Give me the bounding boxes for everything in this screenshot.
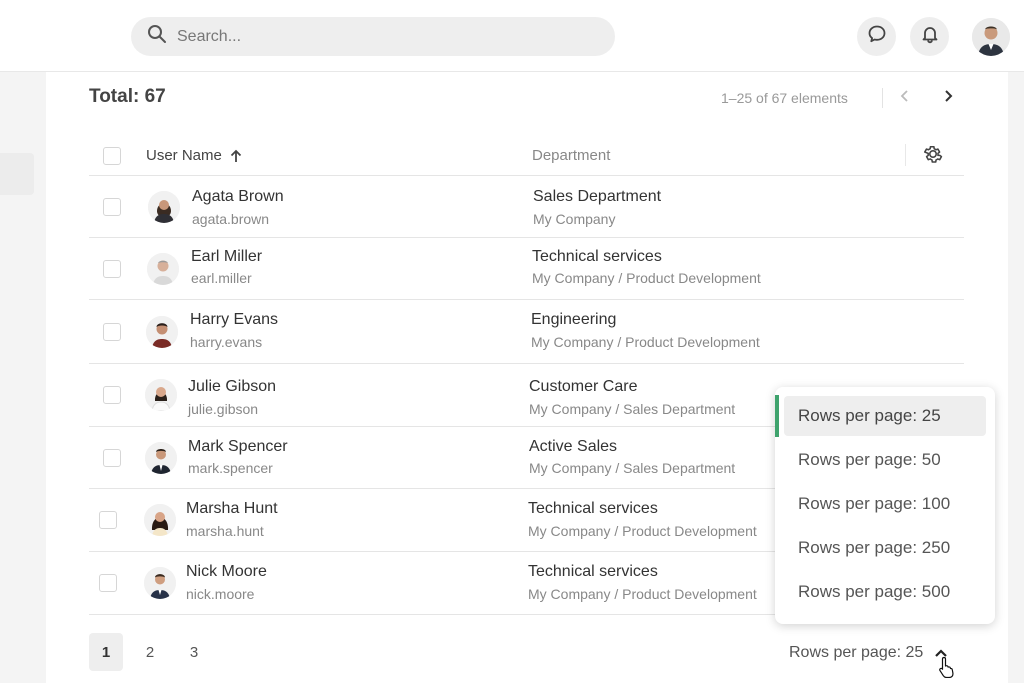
row-checkbox[interactable] — [103, 259, 121, 278]
row-checkbox[interactable] — [99, 511, 117, 529]
department-path: My Company — [533, 211, 616, 227]
row-checkbox[interactable] — [103, 448, 121, 467]
pager-divider — [882, 88, 883, 108]
department-name: Sales Department — [533, 188, 662, 205]
select-all-checkbox[interactable] — [103, 147, 121, 165]
sidebar-active-item[interactable] — [0, 153, 34, 195]
user-name[interactable]: Agata Brown — [192, 188, 284, 206]
chat-button[interactable] — [857, 17, 896, 56]
avatar — [144, 504, 176, 536]
department-path: My Company / Product Development — [528, 523, 757, 539]
user-login: agata.brown — [192, 211, 270, 227]
user-login: nick.moore — [186, 586, 255, 602]
search-box[interactable] — [131, 17, 615, 56]
range-label: 1–25 of 67 elements — [721, 90, 848, 106]
rows-per-page-select[interactable]: Rows per page: 25 — [789, 644, 949, 662]
selected-indicator — [775, 395, 779, 437]
rows-per-page-label: Rows per page: 25 — [789, 644, 924, 661]
bell-icon — [920, 24, 940, 49]
search-input[interactable] — [177, 27, 577, 46]
rows-per-page-menu: Rows per page: 25 Rows per page: 50 Rows… — [775, 387, 995, 624]
row-checkbox[interactable] — [99, 574, 117, 592]
column-header-user-name[interactable]: User Name — [146, 147, 242, 164]
next-page-button[interactable] — [936, 86, 960, 110]
department-name: Customer Care — [529, 378, 638, 395]
user-name[interactable]: Marsha Hunt — [186, 500, 278, 518]
menu-item-rows-500[interactable]: Rows per page: 500 — [784, 572, 986, 612]
column-user-label: User Name — [146, 147, 222, 164]
notifications-button[interactable] — [910, 17, 949, 56]
chevron-left-icon — [900, 89, 910, 108]
user-name[interactable]: Julie Gibson — [188, 378, 276, 396]
menu-item-rows-100[interactable]: Rows per page: 100 — [784, 484, 986, 524]
page-2-button[interactable]: 2 — [133, 633, 167, 671]
hand-cursor-icon — [938, 656, 956, 683]
department-name: Active Sales — [529, 438, 618, 455]
user-login: julie.gibson — [188, 401, 259, 417]
department-name: Engineering — [531, 311, 617, 328]
user-name[interactable]: Nick Moore — [186, 563, 267, 581]
department-name: Technical services — [528, 563, 658, 580]
user-avatar[interactable] — [972, 18, 1010, 56]
table-row[interactable]: Harry Evans harry.evans Engineering My C… — [89, 300, 964, 364]
department-name: Technical services — [532, 248, 662, 265]
department-name: Technical services — [528, 500, 658, 517]
department-path: My Company / Product Development — [531, 334, 760, 350]
menu-item-rows-250[interactable]: Rows per page: 250 — [784, 528, 986, 568]
previous-page-button[interactable] — [893, 86, 917, 110]
user-login: earl.miller — [191, 270, 252, 286]
chevron-right-icon — [943, 89, 953, 108]
avatar — [144, 567, 176, 599]
user-login: marsha.hunt — [186, 523, 264, 539]
department-path: My Company / Product Development — [532, 270, 761, 286]
column-header-department[interactable]: Department — [532, 147, 610, 164]
row-checkbox[interactable] — [103, 386, 121, 404]
top-bar — [0, 0, 1024, 72]
department-path: My Company / Product Development — [528, 586, 757, 602]
user-name[interactable]: Earl Miller — [191, 248, 262, 266]
header-divider — [905, 144, 906, 166]
user-name[interactable]: Harry Evans — [190, 311, 278, 329]
table-row[interactable]: Earl Miller earl.miller Technical servic… — [89, 238, 964, 300]
search-icon — [147, 24, 167, 49]
avatar — [145, 379, 177, 411]
gear-icon — [922, 143, 944, 170]
page-3-button[interactable]: 3 — [177, 633, 211, 671]
avatar — [148, 190, 180, 223]
avatar — [146, 315, 178, 348]
user-login: harry.evans — [190, 334, 263, 350]
department-path: My Company / Sales Department — [529, 401, 736, 417]
avatar — [145, 441, 177, 474]
avatar — [147, 252, 179, 285]
menu-item-rows-25[interactable]: Rows per page: 25 — [784, 396, 986, 436]
row-checkbox[interactable] — [103, 322, 121, 341]
menu-item-rows-50[interactable]: Rows per page: 50 — [784, 440, 986, 480]
column-settings-button[interactable] — [921, 144, 945, 168]
table-row[interactable]: Agata Brown agata.brown Sales Department… — [89, 176, 964, 238]
table-header: User Name Department — [89, 136, 964, 176]
page-1-button[interactable]: 1 — [89, 633, 123, 671]
row-checkbox[interactable] — [103, 197, 121, 216]
arrow-up-icon — [230, 149, 242, 163]
department-path: My Company / Sales Department — [529, 460, 736, 476]
total-count: Total: 67 — [89, 86, 166, 107]
user-name[interactable]: Mark Spencer — [188, 438, 288, 456]
chat-bubble-icon — [867, 24, 887, 49]
user-login: mark.spencer — [188, 460, 273, 476]
